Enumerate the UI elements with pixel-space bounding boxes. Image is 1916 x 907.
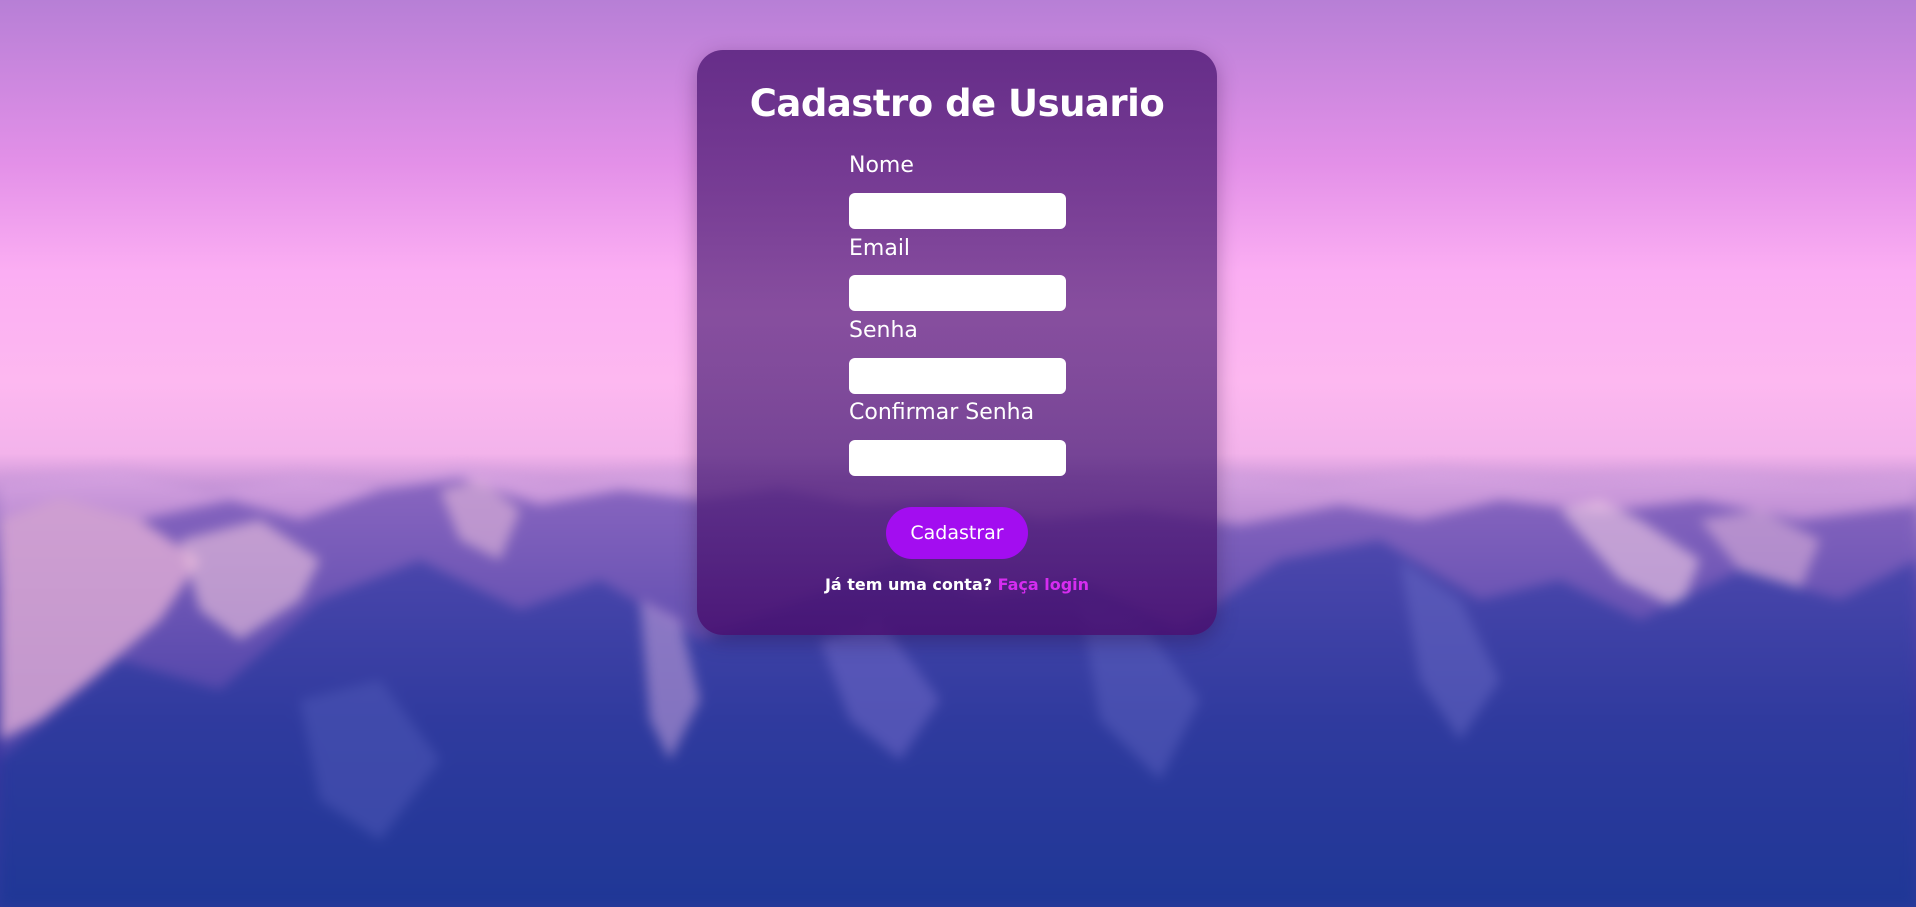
email-input[interactable] <box>849 275 1066 311</box>
page-title: Cadastro de Usuario <box>749 82 1165 125</box>
password-label: Senha <box>849 318 918 343</box>
email-label: Email <box>849 236 911 261</box>
login-prompt: Já tem uma conta? Faça login <box>697 575 1217 594</box>
login-link[interactable]: Faça login <box>998 575 1089 594</box>
name-input[interactable] <box>849 193 1066 229</box>
name-label: Nome <box>849 153 914 178</box>
confirm-password-input[interactable] <box>849 440 1066 476</box>
login-prompt-text: Já tem uma conta? <box>824 575 993 594</box>
registration-card: Cadastro de Usuario Nome Email Senha Con… <box>697 50 1217 635</box>
register-button[interactable]: Cadastrar <box>886 507 1028 559</box>
password-input[interactable] <box>849 358 1066 394</box>
confirm-password-label: Confirmar Senha <box>849 400 1035 425</box>
